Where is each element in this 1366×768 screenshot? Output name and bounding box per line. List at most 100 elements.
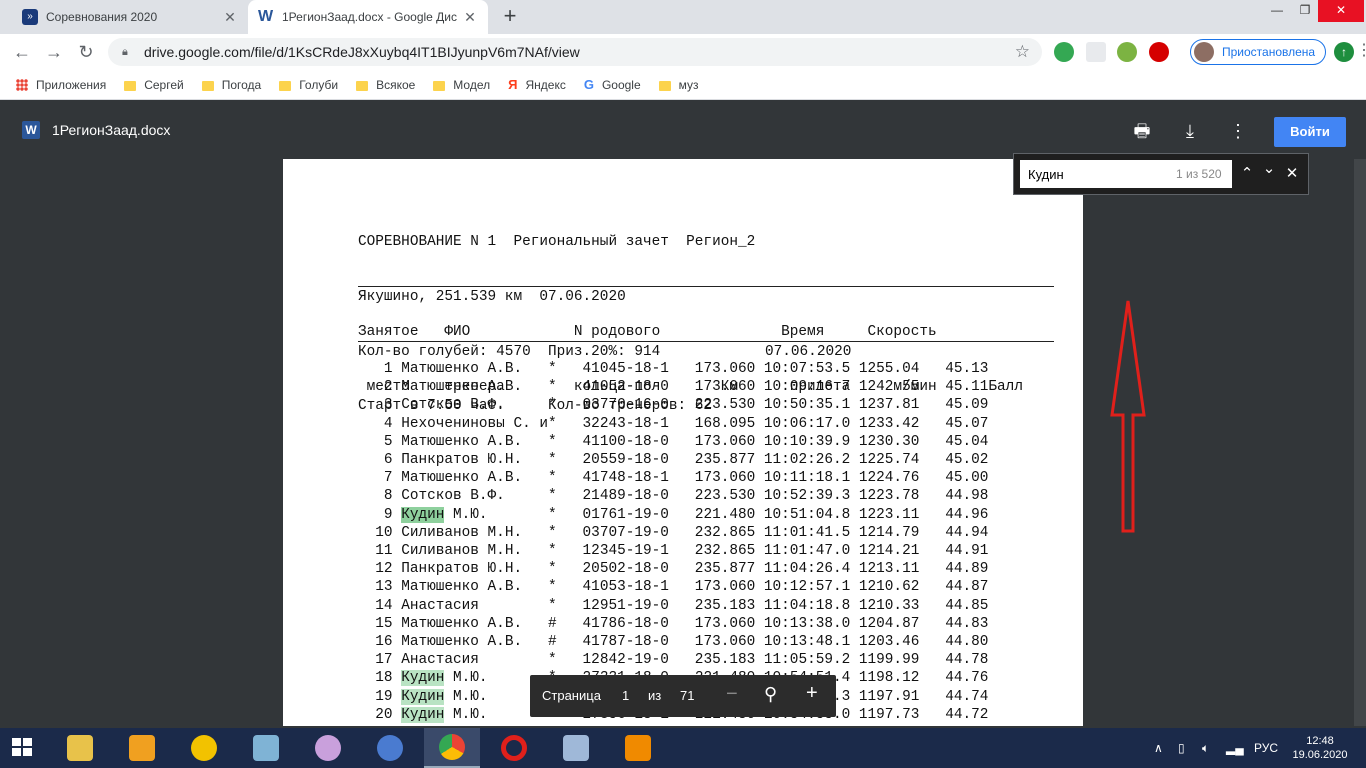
zoom-out-icon[interactable]: − bbox=[726, 683, 738, 706]
taskbar-calculator[interactable] bbox=[548, 728, 604, 768]
row-values: * 01761-19-0 221.480 10:51:04.8 1223.11 … bbox=[548, 506, 989, 523]
forward-arrow-icon[interactable]: → bbox=[42, 40, 66, 64]
folder-icon bbox=[433, 80, 446, 91]
bookmark-folder[interactable]: Сергей bbox=[124, 78, 184, 92]
download-icon[interactable]: ⤓ bbox=[1178, 119, 1202, 143]
fruity-icon bbox=[191, 735, 217, 761]
divider bbox=[358, 341, 1054, 342]
table-row: 1 Матюшенко А.В. * 41045-18-1 173.060 10… bbox=[358, 360, 989, 378]
back-arrow-icon[interactable]: ← bbox=[10, 40, 34, 64]
table-row: 5 Матюшенко А.В. * 41100-18-0 173.060 10… bbox=[358, 433, 989, 451]
browser-menu-icon[interactable]: ⋮ bbox=[1356, 40, 1366, 60]
battery-icon[interactable]: ▯ bbox=[1178, 728, 1185, 768]
word-favicon: W bbox=[258, 8, 274, 25]
more-options-icon[interactable]: ⋮ bbox=[1226, 119, 1250, 143]
taskbar-app[interactable] bbox=[176, 728, 232, 768]
network-icon[interactable]: ▂▄ bbox=[1226, 728, 1244, 768]
taskbar-media[interactable] bbox=[114, 728, 170, 768]
windows-taskbar: ∧ ▯ 🔈︎ ▂▄ РУС 12:48 19.06.2020 bbox=[0, 728, 1366, 768]
arrow-outline bbox=[1110, 300, 1146, 533]
extension-page-icon[interactable] bbox=[1086, 42, 1106, 62]
tab-document[interactable]: W 1РегионЗаад.docx - Google Дис ✕ bbox=[248, 0, 488, 34]
row-values: * 03770-16-0 223.530 10:50:35.1 1237.81 … bbox=[548, 397, 989, 414]
tab-competitions[interactable]: » Соревнования 2020 ✕ bbox=[8, 0, 248, 34]
taskbar-mail[interactable] bbox=[362, 728, 418, 768]
page-of: из bbox=[648, 688, 662, 703]
update-arrow-icon[interactable]: ↑ bbox=[1334, 42, 1354, 62]
search-highlight: Кудин bbox=[401, 506, 445, 523]
print-icon[interactable]: 🖶︎ bbox=[1130, 119, 1154, 143]
taskbar-notepad[interactable] bbox=[238, 728, 294, 768]
taskbar-chrome[interactable] bbox=[424, 728, 480, 768]
language-indicator[interactable]: РУС bbox=[1254, 728, 1278, 768]
new-tab-button[interactable]: + bbox=[498, 4, 522, 28]
lock-icon: 🔒︎ bbox=[122, 46, 128, 58]
row-trainer: Матюшенко А.В. bbox=[401, 470, 548, 487]
row-trainer: Силиванов М.Н. bbox=[401, 543, 548, 560]
volume-icon[interactable]: 🔈︎ bbox=[1202, 728, 1209, 768]
bookmark-star-icon[interactable]: ☆ bbox=[1015, 42, 1030, 62]
close-icon[interactable]: ✕ bbox=[220, 9, 240, 26]
folder-icon bbox=[124, 80, 137, 91]
find-bar: 1 из 520 ⌃ ⌄ ✕ bbox=[1013, 153, 1309, 195]
bookmark-label: Сергей bbox=[144, 77, 184, 92]
row-trainer: Нехочениновы С. и bbox=[401, 415, 548, 432]
row-place: 13 bbox=[358, 579, 402, 596]
row-place: 14 bbox=[358, 597, 402, 614]
table-row: 4 Нехочениновы С. и* 32243-18-1 168.095 … bbox=[358, 415, 989, 433]
taskbar-opera[interactable] bbox=[486, 728, 542, 768]
row-values: * 20559-18-0 235.877 11:02:26.2 1225.74 … bbox=[548, 452, 989, 469]
close-icon[interactable]: ✕ bbox=[460, 9, 480, 26]
header-line: СОРЕВНОВАНИЕ N 1 Региональный зачет Реги… bbox=[358, 234, 756, 251]
extension-leaf-icon[interactable] bbox=[1117, 42, 1137, 62]
bookmark-google[interactable]: G Google bbox=[584, 77, 641, 92]
chevron-down-icon[interactable]: ⌄ bbox=[1258, 158, 1280, 180]
reload-icon[interactable]: ↻ bbox=[74, 40, 98, 64]
bookmark-yandex[interactable]: Я Яндекс bbox=[508, 77, 566, 92]
signin-button[interactable]: Войти bbox=[1274, 117, 1346, 147]
bookmark-folder[interactable]: Голуби bbox=[279, 78, 338, 92]
calculator-icon bbox=[563, 735, 589, 761]
bookmark-folder[interactable]: Погода bbox=[201, 78, 261, 92]
row-place: 10 bbox=[358, 524, 402, 541]
red-up-arrow-annotation bbox=[1110, 300, 1146, 533]
zoom-in-icon[interactable]: + bbox=[806, 682, 818, 705]
results-date: 07.06.2020 bbox=[765, 344, 852, 360]
tray-chevron-icon[interactable]: ∧ bbox=[1154, 728, 1163, 768]
bookmark-apps[interactable]: Приложения bbox=[16, 78, 106, 92]
folder-icon bbox=[67, 735, 93, 761]
table-row: 17 Анастасия * 12842-19-0 235.183 11:05:… bbox=[358, 651, 988, 669]
table-row: 15 Матюшенко А.В. # 41786-18-0 173.060 1… bbox=[358, 615, 988, 633]
windows-start-icon[interactable] bbox=[12, 738, 34, 758]
row-trainer: Матюшенко А.В. bbox=[401, 361, 548, 377]
page-label: Страница bbox=[542, 688, 601, 703]
total-pages: 71 bbox=[680, 688, 695, 703]
vertical-scrollbar[interactable] bbox=[1354, 159, 1366, 726]
current-page[interactable]: 1 bbox=[622, 688, 629, 703]
zoom-icon[interactable]: ⚲ bbox=[764, 684, 777, 705]
chevron-up-icon[interactable]: ⌃ bbox=[1236, 163, 1258, 185]
clock[interactable]: 12:48 19.06.2020 bbox=[1282, 734, 1358, 762]
row-trainer: Панкратов Ю.Н. bbox=[401, 452, 548, 469]
bookmark-folder[interactable]: муз bbox=[658, 78, 699, 92]
close-icon[interactable]: ✕ bbox=[1281, 163, 1303, 185]
row-values: * 41045-18-1 173.060 10:07:53.5 1255.04 … bbox=[548, 361, 989, 377]
row-trainer: Кудин М.Ю. bbox=[401, 506, 549, 523]
folder-icon bbox=[356, 80, 369, 91]
bookmark-folder[interactable]: Модел bbox=[433, 78, 490, 92]
row-trainer: Анастасия bbox=[401, 597, 548, 614]
taskbar-app[interactable] bbox=[610, 728, 666, 768]
extension-opera-icon[interactable] bbox=[1149, 42, 1169, 62]
window-close-button[interactable]: ✕ bbox=[1318, 0, 1364, 22]
address-bar[interactable]: 🔒︎ drive.google.com/file/d/1KsCRdeJ8xXuy… bbox=[108, 38, 1042, 66]
extension-check-icon[interactable] bbox=[1054, 42, 1074, 62]
row-values: * 41100-18-0 173.060 10:10:39.9 1230.30 … bbox=[548, 433, 989, 450]
taskbar-explorer[interactable] bbox=[52, 728, 108, 768]
bookmark-folder[interactable]: Всякое bbox=[356, 78, 415, 92]
row-trainer: Матюшенко А.В. bbox=[401, 379, 548, 396]
table-row: 14 Анастасия * 12951-19-0 235.183 11:04:… bbox=[358, 597, 988, 615]
profile-button[interactable]: Приостановлена bbox=[1190, 39, 1326, 65]
taskbar-paint[interactable] bbox=[300, 728, 356, 768]
row-place: 18 bbox=[358, 670, 402, 687]
doc-title: 1РегионЗаад.docx bbox=[52, 122, 171, 138]
